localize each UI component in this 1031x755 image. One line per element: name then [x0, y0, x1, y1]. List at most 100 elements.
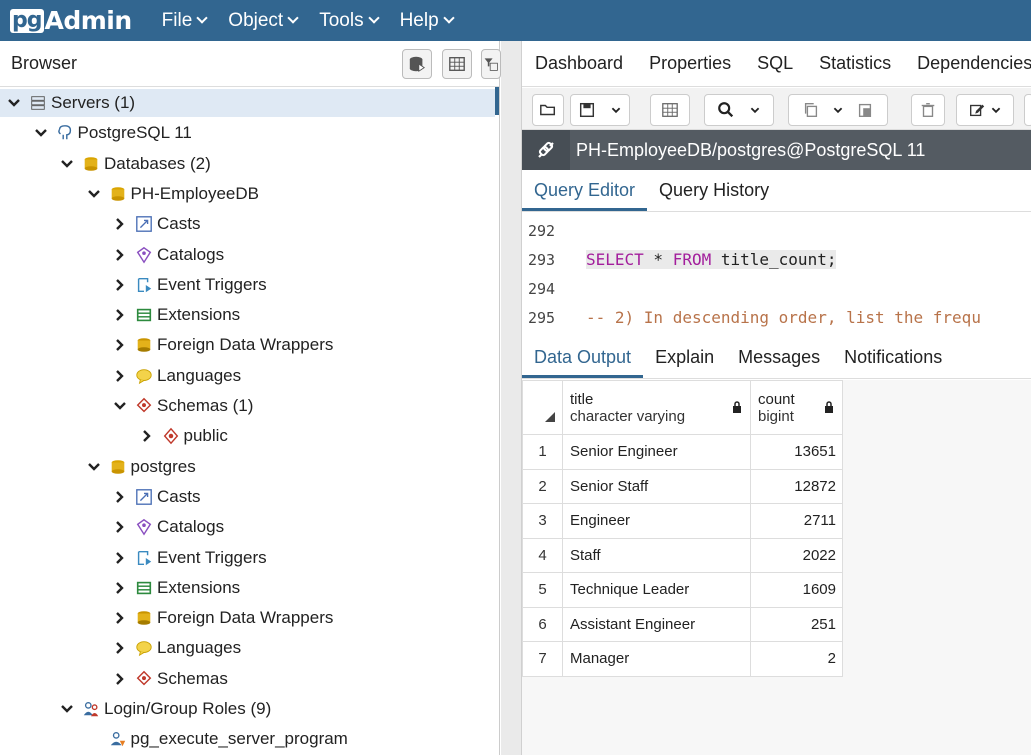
chevron-down-icon[interactable] — [6, 95, 22, 111]
table-row[interactable]: 6 Assistant Engineer 251 — [522, 606, 843, 642]
cell-title[interactable]: Technique Leader — [562, 572, 751, 608]
tree-node[interactable]: Extensions — [0, 301, 495, 329]
cell-count[interactable]: 251 — [750, 606, 843, 642]
chevron-right-icon[interactable] — [112, 337, 128, 353]
tree-node[interactable]: postgres — [0, 453, 495, 481]
tree-node[interactable]: Schemas (1) — [0, 392, 495, 420]
cell-count[interactable]: 13651 — [750, 434, 843, 470]
chevron-down-icon[interactable] — [86, 459, 102, 475]
tab-properties[interactable]: Properties — [649, 53, 731, 74]
cell-title[interactable]: Engineer — [562, 503, 751, 539]
connection-icon[interactable] — [522, 130, 570, 170]
chevron-right-icon[interactable] — [112, 610, 128, 626]
edit-menu-button[interactable] — [956, 94, 1014, 126]
copy-paste-group[interactable] — [788, 94, 888, 126]
table-row[interactable]: 3 Engineer 2711 — [522, 503, 843, 539]
tree-node[interactable]: Languages — [0, 362, 495, 390]
tab-sql[interactable]: SQL — [757, 53, 793, 74]
tree-node[interactable]: Schemas — [0, 665, 495, 693]
chevron-right-icon[interactable] — [112, 216, 128, 232]
more-toolbar-button[interactable] — [1024, 94, 1031, 126]
tab-query-editor[interactable]: Query Editor — [522, 180, 648, 211]
tree-node[interactable]: Casts — [0, 483, 495, 511]
schemas-icon — [134, 396, 154, 416]
tree-node[interactable]: Login/Group Roles (9) — [0, 695, 495, 723]
tree-node[interactable]: pg_execute_server_program — [0, 725, 495, 753]
tree-node[interactable]: Event Triggers — [0, 271, 495, 299]
tree-node[interactable]: Catalogs — [0, 241, 495, 269]
sql-editor[interactable]: 292 293 SELECT * FROM title_count; 294 2… — [522, 212, 1031, 329]
chevron-right-icon[interactable] — [86, 731, 102, 747]
cell-count[interactable]: 2 — [750, 641, 843, 677]
tab-statistics[interactable]: Statistics — [819, 53, 891, 74]
delete-button[interactable] — [911, 94, 945, 126]
tree-node[interactable]: Foreign Data Wrappers — [0, 331, 495, 359]
cell-count[interactable]: 12872 — [750, 468, 843, 504]
chevron-right-icon[interactable] — [139, 428, 155, 444]
tab-data-output[interactable]: Data Output — [522, 347, 644, 378]
table-row[interactable]: 7 Manager 2 — [522, 641, 843, 677]
chevron-right-icon[interactable] — [112, 368, 128, 384]
tab-dashboard[interactable]: Dashboard — [535, 53, 623, 74]
chevron-down-icon[interactable] — [59, 701, 75, 717]
chevron-right-icon[interactable] — [112, 671, 128, 687]
table-row[interactable]: 4 Staff 2022 — [522, 537, 843, 573]
view-data-button[interactable] — [442, 49, 472, 79]
tab-explain[interactable]: Explain — [643, 347, 726, 378]
tree-node[interactable]: Foreign Data Wrappers — [0, 604, 495, 632]
tree-node[interactable]: Extensions — [0, 574, 495, 602]
menu-help[interactable]: Help — [400, 10, 455, 32]
tree-scrollbar[interactable] — [495, 87, 499, 115]
column-header-title[interactable]: title character varying — [562, 380, 751, 435]
tree-node[interactable]: Servers (1) — [0, 89, 495, 117]
tree-node[interactable]: PostgreSQL 11 — [0, 119, 495, 147]
cell-title[interactable]: Manager — [562, 641, 751, 677]
tab-dependencies[interactable]: Dependencies — [917, 53, 1031, 74]
chevron-right-icon[interactable] — [112, 519, 128, 535]
query-tool-button[interactable] — [402, 49, 432, 79]
chevron-right-icon[interactable] — [112, 247, 128, 263]
tab-query-history[interactable]: Query History — [647, 180, 781, 211]
open-file-button[interactable] — [532, 94, 564, 126]
table-row[interactable]: 2 Senior Staff 12872 — [522, 468, 843, 504]
menu-file[interactable]: File — [162, 10, 208, 32]
cell-title[interactable]: Assistant Engineer — [562, 606, 751, 642]
chevron-down-icon[interactable] — [112, 398, 128, 414]
chevron-right-icon[interactable] — [112, 277, 128, 293]
save-file-button[interactable] — [570, 94, 630, 126]
tree-node[interactable]: Casts — [0, 210, 495, 238]
chevron-right-icon[interactable] — [112, 640, 128, 656]
column-header-count[interactable]: count bigint — [750, 380, 843, 435]
cell-title[interactable]: Senior Engineer — [562, 434, 751, 470]
cell-count[interactable]: 1609 — [750, 572, 843, 608]
table-row[interactable]: 1 Senior Engineer 13651 — [522, 434, 843, 470]
cell-count[interactable]: 2022 — [750, 537, 843, 573]
cell-count[interactable]: 2711 — [750, 503, 843, 539]
tree-node[interactable]: Databases (2) — [0, 150, 495, 178]
chevron-right-icon[interactable] — [112, 307, 128, 323]
select-all-corner[interactable] — [522, 380, 563, 435]
menu-tools[interactable]: Tools — [319, 10, 380, 32]
chevron-right-icon[interactable] — [112, 580, 128, 596]
chevron-down-icon[interactable] — [86, 186, 102, 202]
tree-node[interactable]: Languages — [0, 634, 495, 662]
cell-title[interactable]: Senior Staff — [562, 468, 751, 504]
tree-node[interactable]: Event Triggers — [0, 544, 495, 572]
edit-grid-button[interactable] — [650, 94, 690, 126]
tab-messages[interactable]: Messages — [726, 347, 832, 378]
cell-title[interactable]: Staff — [562, 537, 751, 573]
table-row[interactable]: 5 Technique Leader 1609 — [522, 572, 843, 608]
chevron-down-icon[interactable] — [59, 156, 75, 172]
panel-splitter[interactable] — [501, 41, 522, 755]
find-button[interactable] — [704, 94, 774, 126]
menu-object[interactable]: Object — [228, 10, 299, 32]
tree-node[interactable]: PH-EmployeeDB — [0, 180, 495, 208]
tree-node[interactable]: public — [0, 422, 495, 450]
tree-node[interactable]: Catalogs — [0, 513, 495, 541]
search-icon — [718, 102, 734, 118]
chevron-right-icon[interactable] — [112, 550, 128, 566]
chevron-down-icon[interactable] — [33, 125, 49, 141]
tab-notifications[interactable]: Notifications — [832, 347, 954, 378]
chevron-right-icon[interactable] — [112, 489, 128, 505]
filter-rows-button[interactable] — [481, 49, 501, 79]
